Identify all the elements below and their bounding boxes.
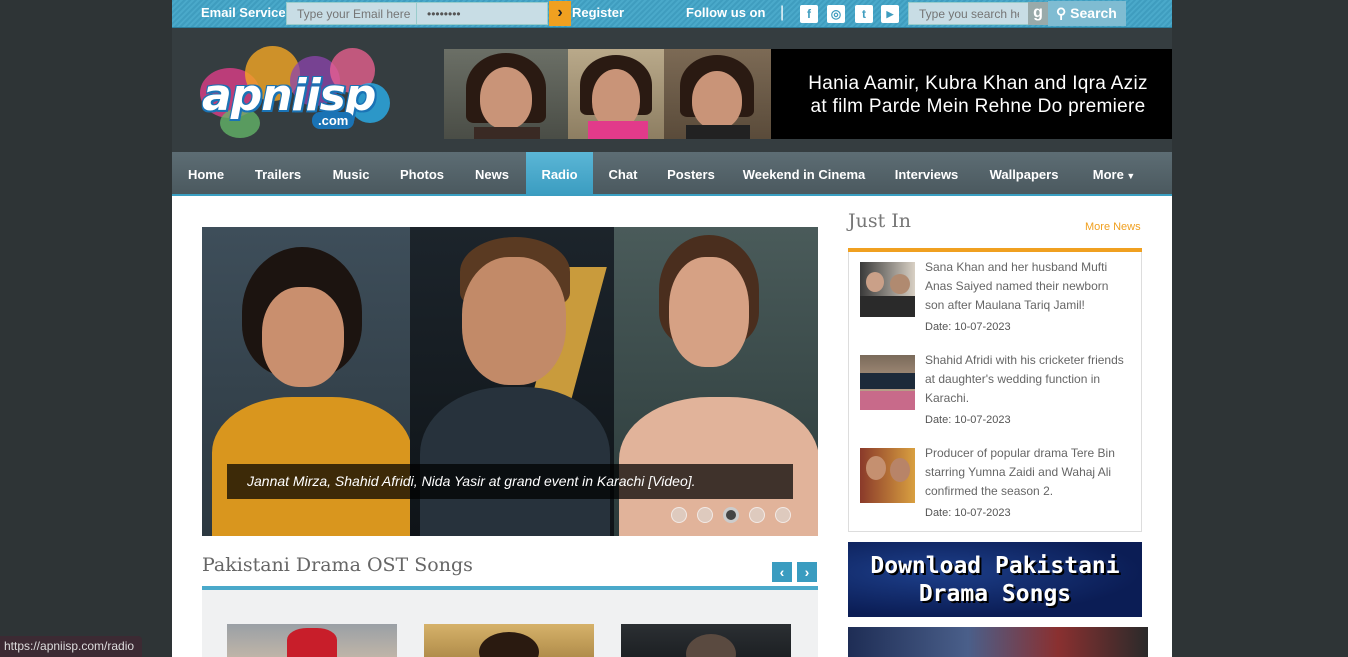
news-item[interactable]: Shahid Afridi with his cricketer friends…: [860, 351, 1130, 441]
nav-music[interactable]: Music: [316, 152, 386, 196]
nav-home[interactable]: Home: [172, 152, 240, 196]
news-item[interactable]: Sana Khan and her husband Mufti Anas Sai…: [860, 258, 1130, 348]
header-banner-ad[interactable]: Hania Aamir, Kubra Khan and Iqra Aziz at…: [444, 49, 1172, 139]
nav-radio[interactable]: Radio: [526, 152, 593, 196]
search-button-label: Search: [1070, 5, 1117, 21]
banner-photo-3: [664, 49, 771, 139]
search-button[interactable]: ⚲ Search: [1048, 1, 1126, 26]
password-input[interactable]: [416, 2, 548, 25]
nav-posters[interactable]: Posters: [653, 152, 729, 196]
divider: |: [780, 4, 785, 21]
facebook-icon[interactable]: f: [800, 5, 818, 23]
news-date: Date: 10-07-2023: [925, 507, 1011, 519]
slide-caption[interactable]: Jannat Mirza, Shahid Afridi, Nida Yasir …: [227, 464, 793, 499]
slider-dot-2[interactable]: [697, 507, 713, 523]
news-item[interactable]: Producer of popular drama Tere Bin starr…: [860, 444, 1130, 534]
chevron-right-icon: ›: [804, 564, 810, 580]
logo-domain: .com: [312, 112, 355, 129]
email-input[interactable]: [286, 2, 434, 25]
caret-down-icon: ▼: [1123, 171, 1136, 181]
featured-slider[interactable]: Jannat Mirza, Shahid Afridi, Nida Yasir …: [202, 227, 818, 536]
news-headline[interactable]: Shahid Afridi with his cricketer friends…: [925, 351, 1125, 408]
twitter-icon[interactable]: t: [855, 5, 873, 23]
ost-thumb-2[interactable]: [424, 624, 594, 657]
nav-trailers[interactable]: Trailers: [240, 152, 316, 196]
slider-dot-3[interactable]: [723, 507, 739, 523]
download-drama-songs-banner[interactable]: Download Pakistani Drama Songs: [848, 542, 1142, 617]
news-headline[interactable]: Producer of popular drama Tere Bin starr…: [925, 444, 1125, 501]
news-headline[interactable]: Sana Khan and her husband Mufti Anas Sai…: [925, 258, 1125, 315]
nav-weekend-in-cinema[interactable]: Weekend in Cinema: [729, 152, 879, 196]
ost-thumb-3[interactable]: [621, 624, 791, 657]
google-icon: g: [1028, 2, 1048, 25]
register-link[interactable]: Register: [572, 5, 624, 20]
news-thumb[interactable]: [860, 448, 915, 503]
follow-label: Follow us on: [686, 5, 766, 20]
chevron-right-icon: ›: [557, 4, 563, 21]
news-thumb[interactable]: [860, 355, 915, 410]
news-date: Date: 10-07-2023: [925, 321, 1011, 333]
more-news-link[interactable]: More News: [1085, 221, 1141, 233]
nav-news[interactable]: News: [458, 152, 526, 196]
slider-dot-4[interactable]: [749, 507, 765, 523]
nav-interviews[interactable]: Interviews: [879, 152, 974, 196]
just-in-title: Just In: [848, 210, 912, 232]
youtube-icon[interactable]: ▶: [881, 5, 899, 23]
email-service-label: Email Service: [201, 5, 286, 20]
banner-headline: Hania Aamir, Kubra Khan and Iqra Aziz at…: [808, 73, 1148, 117]
nav-photos[interactable]: Photos: [386, 152, 458, 196]
register-go-button[interactable]: ›: [549, 1, 571, 26]
site-logo[interactable]: apniisp .com: [190, 38, 400, 146]
ost-next-button[interactable]: ›: [797, 562, 817, 582]
slider-dot-5[interactable]: [775, 507, 791, 523]
slider-dot-1[interactable]: [671, 507, 687, 523]
ost-prev-button[interactable]: ‹: [772, 562, 792, 582]
search-input[interactable]: [908, 2, 1030, 25]
ost-thumb-1[interactable]: [227, 624, 397, 657]
ost-section-title: Pakistani Drama OST Songs: [202, 554, 473, 576]
banner-photo-1: [444, 49, 568, 139]
nav-wallpapers[interactable]: Wallpapers: [974, 152, 1074, 196]
news-date: Date: 10-07-2023: [925, 414, 1011, 426]
content-area: Jannat Mirza, Shahid Afridi, Nida Yasir …: [172, 196, 1172, 657]
nav-chat[interactable]: Chat: [593, 152, 653, 196]
just-in-list: Sana Khan and her husband Mufti Anas Sai…: [848, 252, 1142, 532]
header: apniisp .com Hania Aamir, Kubra Khan and…: [172, 28, 1172, 152]
main-nav: Home Trailers Music Photos News Radio Ch…: [172, 152, 1172, 196]
status-bar-url: https://apniisp.com/radio: [0, 636, 143, 657]
chevron-left-icon: ‹: [779, 564, 785, 580]
news-thumb[interactable]: [860, 262, 915, 317]
instagram-icon[interactable]: ◎: [827, 5, 845, 23]
nav-more[interactable]: More ▼: [1074, 152, 1154, 196]
search-icon: ⚲: [1056, 5, 1071, 21]
sidebar-ad-image[interactable]: [848, 627, 1148, 657]
top-bar: Email Service › Register Follow us on | …: [172, 0, 1172, 28]
banner-photo-2: [568, 49, 664, 139]
